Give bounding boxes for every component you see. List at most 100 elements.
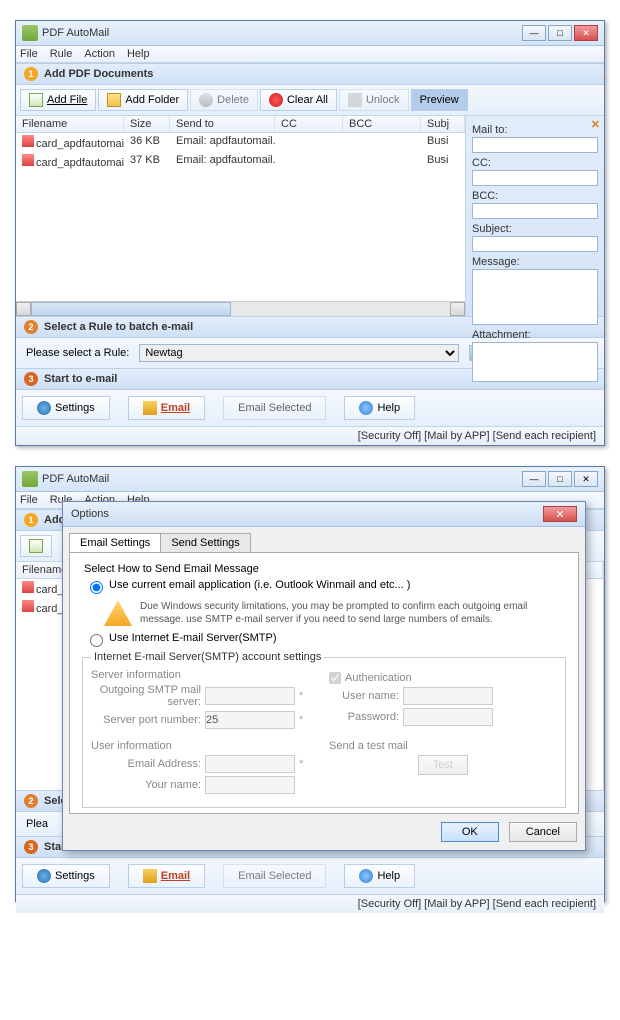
mail-icon [143,401,157,415]
add-file-button[interactable]: Add File [20,89,96,111]
app-icon [22,25,38,41]
radio-current-app-label: Use current email application (i.e. Outl… [109,579,410,591]
radio-current-app[interactable] [90,581,103,594]
email-button[interactable]: Email [128,396,205,420]
close-button[interactable]: ✕ [574,25,598,41]
unlock-button[interactable]: Unlock [339,89,409,111]
username-input [403,687,493,705]
col-sendto[interactable]: Send to [170,116,275,132]
cancel-button[interactable]: Cancel [509,822,577,842]
scroll-left-arrow[interactable] [16,302,31,316]
app-icon [22,471,38,487]
tab-email-settings[interactable]: Email Settings [69,533,161,552]
email-addr-input [205,755,295,773]
rule-label: Please select a Rule: [26,347,129,359]
auth-checkbox [329,672,341,684]
panel-close-icon[interactable]: ✕ [591,118,600,131]
bcc-label: BCC: [472,190,598,202]
maximize-button[interactable]: □ [548,25,572,41]
col-bcc[interactable]: BCC [343,116,421,132]
help-icon [359,401,373,415]
rule-select[interactable]: Newtag [139,344,459,362]
smtp-fieldset: Internet E-mail Server(SMTP) account set… [82,651,566,808]
scroll-right-arrow[interactable] [450,302,465,316]
step-badge-3: 3 [24,372,38,386]
settings-button[interactable]: Settings [22,396,110,420]
titlebar: PDF AutoMail — □ ✕ [16,21,604,46]
warning-text: Due Windows security limitations, you ma… [140,600,568,626]
subject-input[interactable] [472,236,598,252]
window-title: PDF AutoMail [42,473,522,485]
menu-rule[interactable]: Rule [50,48,73,60]
menu-file[interactable]: File [20,494,38,506]
statusbar: [Security Off] [Mail by APP] [Send each … [16,894,604,913]
table-row[interactable]: card_apdfautomailtest1 36 KB Email: apdf… [16,133,465,152]
smtp-legend: Internet E-mail Server(SMTP) account set… [91,651,324,663]
maximize-button[interactable]: □ [548,471,572,487]
tab-send-settings[interactable]: Send Settings [160,533,251,552]
add-file-button[interactable] [20,535,52,557]
body: Filename Size Send to CC BCC Subj card_a… [16,116,604,316]
attachment-input[interactable] [472,342,598,382]
window-title: PDF AutoMail [42,27,522,39]
auth-label: Authenication [345,672,412,684]
close-button[interactable]: ✕ [574,471,598,487]
user-info-label: User information [91,740,319,752]
rule-trunc: Plea [26,818,48,830]
minimize-button[interactable]: — [522,471,546,487]
file-table: Filename Size Send to CC BCC Subj card_a… [16,116,466,316]
scroll-thumb[interactable] [31,302,231,316]
delete-button[interactable]: Delete [190,89,258,111]
settings-button[interactable]: Settings [22,864,110,888]
email-selected-button[interactable]: Email Selected [223,396,326,420]
add-folder-button[interactable]: Add Folder [98,89,188,111]
file-icon [29,539,43,553]
menu-action[interactable]: Action [84,48,115,60]
col-subj[interactable]: Subj [421,116,465,132]
col-filename[interactable]: Filename [16,116,124,132]
email-button[interactable]: Email [128,864,205,888]
dialog-close-button[interactable]: ✕ [543,506,577,522]
action-buttons: Settings Email Email Selected Help [16,390,604,426]
cc-input[interactable] [472,170,598,186]
pdf-icon [22,600,34,612]
table-header: Filename Size Send to CC BCC Subj [16,116,465,133]
bcc-input[interactable] [472,203,598,219]
section-add-pdf-title: Add PDF Documents [44,68,153,80]
menu-help[interactable]: Help [127,48,150,60]
help-icon [359,869,373,883]
step-badge-2: 2 [24,320,38,334]
smtp-server-input [205,687,295,705]
delete-icon [199,93,213,107]
radio-smtp[interactable] [90,634,103,647]
warning-icon [104,600,132,626]
col-size[interactable]: Size [124,116,170,132]
dialog-titlebar: Options ✕ [63,502,585,527]
email-selected-button[interactable]: Email Selected [223,864,326,888]
titlebar: PDF AutoMail — □ ✕ [16,467,604,492]
clear-all-button[interactable]: Clear All [260,89,337,111]
menubar: File Rule Action Help [16,46,604,63]
step-badge-3: 3 [24,840,38,854]
cc-label: CC: [472,157,598,169]
message-input[interactable] [472,269,598,325]
help-button[interactable]: Help [344,396,415,420]
section-add-pdf: 1 Add PDF Documents [16,63,604,85]
preview-button[interactable]: Preview [411,89,468,111]
minimize-button[interactable]: — [522,25,546,41]
port-input [205,711,295,729]
mailto-input[interactable] [472,137,598,153]
ok-button[interactable]: OK [441,822,499,842]
howto-label: Select How to Send Email Message [84,563,568,575]
col-cc[interactable]: CC [275,116,343,132]
pdf-icon [22,135,34,147]
help-button[interactable]: Help [344,864,415,888]
table-row[interactable]: card_apdfautomailtest2 37 KB Email: apdf… [16,152,465,171]
your-name-input [205,776,295,794]
menu-file[interactable]: File [20,48,38,60]
server-info-label: Server information [91,669,319,681]
h-scrollbar[interactable] [16,301,465,316]
dialog-title: Options [71,508,543,520]
unlock-icon [348,93,362,107]
gear-icon [37,869,51,883]
